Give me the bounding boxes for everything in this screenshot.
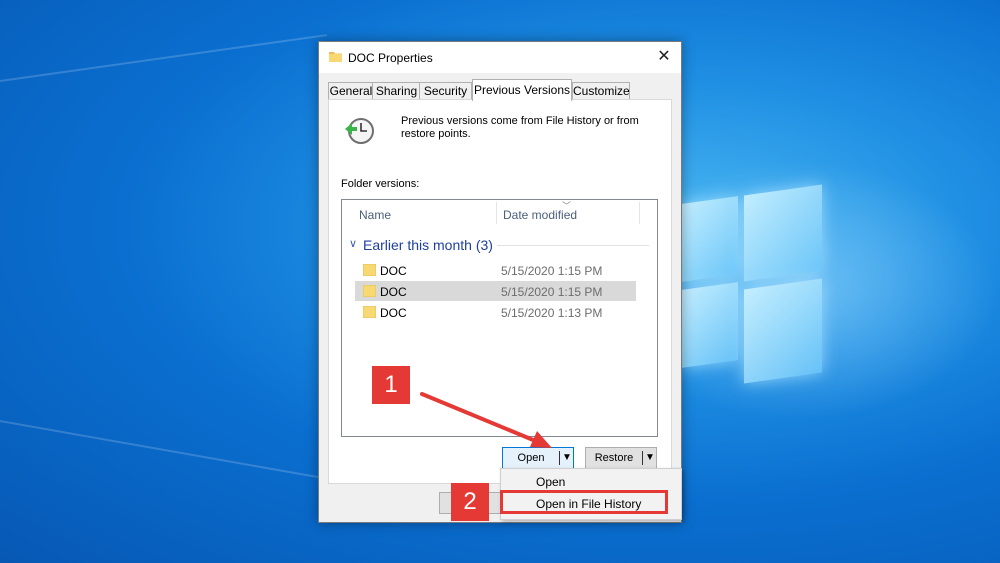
open-button-label: Open xyxy=(517,452,545,464)
list-item[interactable]: DOC 5/15/2020 1:13 PM xyxy=(355,302,636,322)
tab-customize[interactable]: Customize xyxy=(572,82,630,100)
open-split-button[interactable]: Open ▼ xyxy=(502,447,574,469)
restore-button-label: Restore xyxy=(594,452,634,464)
dialog-title: DOC Properties xyxy=(348,51,433,65)
light-beam xyxy=(0,34,328,82)
folder-versions-label: Folder versions: xyxy=(341,178,420,190)
column-header-date-modified[interactable]: Date modified xyxy=(503,208,577,222)
tab-general[interactable]: General xyxy=(328,82,374,100)
dropdown-arrow-icon[interactable]: ▼ xyxy=(645,451,655,465)
column-header-name[interactable]: Name xyxy=(359,208,391,222)
tab-security[interactable]: Security xyxy=(419,82,472,100)
item-name: DOC xyxy=(380,285,407,299)
list-item[interactable]: DOC 5/15/2020 1:15 PM xyxy=(355,260,636,280)
list-item-selected[interactable]: DOC 5/15/2020 1:15 PM xyxy=(355,281,636,301)
item-date: 5/15/2020 1:13 PM xyxy=(501,306,603,320)
windows-logo xyxy=(682,184,822,384)
split-divider xyxy=(642,451,643,465)
item-date: 5/15/2020 1:15 PM xyxy=(501,285,603,299)
light-beam xyxy=(0,420,325,480)
tab-sharing[interactable]: Sharing xyxy=(372,82,421,100)
restore-clock-icon xyxy=(345,118,374,144)
properties-dialog: DOC Properties ✕ General Sharing Securit… xyxy=(318,41,682,523)
folder-icon xyxy=(363,306,376,318)
highlight-box xyxy=(500,490,668,514)
column-divider xyxy=(639,202,640,224)
item-date: 5/15/2020 1:15 PM xyxy=(501,264,603,278)
title-bar[interactable]: DOC Properties ✕ xyxy=(319,42,681,73)
step-2-badge: 2 xyxy=(451,483,489,521)
group-divider xyxy=(497,245,649,246)
folder-icon xyxy=(363,285,376,297)
item-name: DOC xyxy=(380,264,407,278)
item-name: DOC xyxy=(380,306,407,320)
step-1-badge: 1 xyxy=(372,366,410,404)
column-divider xyxy=(496,202,497,224)
restore-split-button[interactable]: Restore ▼ xyxy=(585,447,657,469)
info-text: Previous versions come from File History… xyxy=(401,115,639,140)
folder-icon xyxy=(329,52,342,62)
close-icon[interactable]: ✕ xyxy=(653,45,675,69)
folder-icon xyxy=(363,264,376,276)
chevron-down-icon[interactable]: ∨ xyxy=(349,237,357,250)
group-header[interactable]: Earlier this month (3) xyxy=(363,237,493,253)
tab-previous-versions[interactable]: Previous Versions xyxy=(472,79,572,101)
dropdown-arrow-icon[interactable]: ▼ xyxy=(562,451,572,465)
split-divider xyxy=(559,451,560,465)
